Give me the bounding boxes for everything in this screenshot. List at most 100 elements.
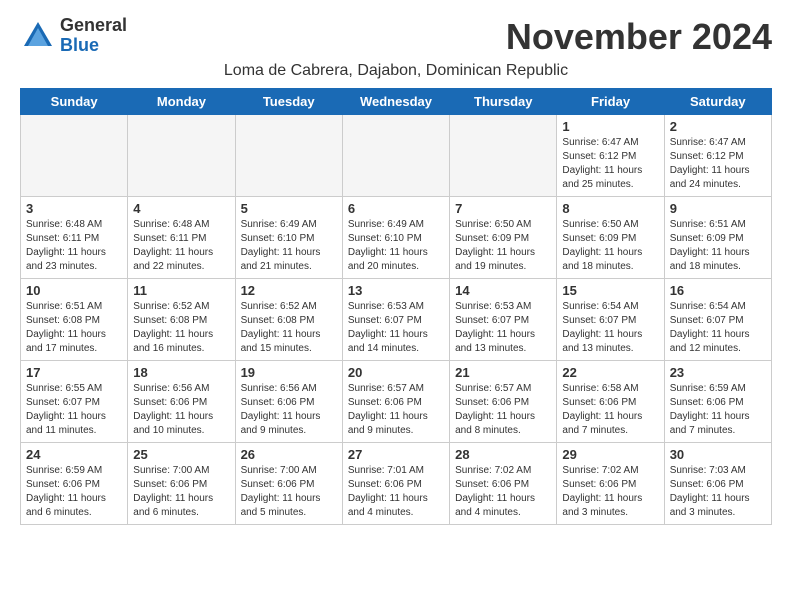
day-info: Sunrise: 6:50 AM Sunset: 6:09 PM Dayligh…	[562, 218, 658, 274]
header-friday: Friday	[557, 89, 664, 115]
calendar-table: Sunday Monday Tuesday Wednesday Thursday…	[20, 88, 772, 525]
calendar-cell: 30Sunrise: 7:03 AM Sunset: 6:06 PM Dayli…	[664, 443, 771, 525]
calendar-cell: 28 Sunrise: 7:02 AM Sunset: 6:06 PM Dayli…	[450, 443, 557, 525]
calendar-cell: 22Sunrise: 6:58 AM Sunset: 6:06 PM Dayli…	[557, 361, 664, 443]
day-number: 15	[562, 283, 658, 298]
calendar-cell: 14Sunrise: 6:53 AM Sunset: 6:07 PM Dayli…	[450, 279, 557, 361]
calendar-row-4: 24Sunrise: 6:59 AM Sunset: 6:06 PM Dayli…	[21, 443, 772, 525]
calendar-row-0: 1Sunrise: 6:47 AM Sunset: 6:12 PM Daylig…	[21, 115, 772, 197]
day-number: 11	[133, 283, 229, 298]
calendar-cell: 16 Sunrise: 6:54 AM Sunset: 6:07 PM Dayli…	[664, 279, 771, 361]
day-info: Sunrise: 6:53 AM Sunset: 6:07 PM Dayligh…	[348, 300, 444, 356]
day-number: 10	[26, 283, 122, 298]
calendar-cell	[450, 115, 557, 197]
page-title: November 2024	[506, 16, 772, 58]
day-info: Sunrise: 7:02 AM Sunset: 6:06 PM Dayligh…	[562, 464, 658, 520]
day-number: 25	[133, 447, 229, 462]
logo: General Blue	[20, 16, 127, 56]
day-info: Sunrise: 6:48 AM Sunset: 6:11 PM Dayligh…	[26, 218, 122, 274]
day-info: Sunrise: 6:52 AM Sunset: 6:08 PM Dayligh…	[133, 300, 229, 356]
calendar-cell: 19 Sunrise: 6:56 AM Sunset: 6:06 PM Dayli…	[235, 361, 342, 443]
day-number: 14	[455, 283, 551, 298]
header-monday: Monday	[128, 89, 235, 115]
calendar-cell	[21, 115, 128, 197]
day-number: 13	[348, 283, 444, 298]
day-number: 24	[26, 447, 122, 462]
calendar-cell: 27 Sunrise: 7:01 AM Sunset: 6:06 PM Dayli…	[342, 443, 449, 525]
calendar-cell: 1Sunrise: 6:47 AM Sunset: 6:12 PM Daylig…	[557, 115, 664, 197]
calendar-row-2: 10 Sunrise: 6:51 AM Sunset: 6:08 PM Dayli…	[21, 279, 772, 361]
calendar-cell: 11 Sunrise: 6:52 AM Sunset: 6:08 PM Dayli…	[128, 279, 235, 361]
calendar-cell: 7 Sunrise: 6:50 AM Sunset: 6:09 PM Daylig…	[450, 197, 557, 279]
day-info: Sunrise: 6:48 AM Sunset: 6:11 PM Dayligh…	[133, 218, 229, 274]
calendar-cell: 18 Sunrise: 6:56 AM Sunset: 6:06 PM Dayli…	[128, 361, 235, 443]
day-info: Sunrise: 6:54 AM Sunset: 6:07 PM Dayligh…	[562, 300, 658, 356]
day-number: 22	[562, 365, 658, 380]
day-info: Sunrise: 6:52 AM Sunset: 6:08 PM Dayligh…	[241, 300, 337, 356]
calendar-cell: 2 Sunrise: 6:47 AM Sunset: 6:12 PM Daylig…	[664, 115, 771, 197]
day-info: Sunrise: 7:00 AM Sunset: 6:06 PM Dayligh…	[241, 464, 337, 520]
calendar-cell: 10 Sunrise: 6:51 AM Sunset: 6:08 PM Dayli…	[21, 279, 128, 361]
day-number: 23	[670, 365, 766, 380]
day-number: 5	[241, 201, 337, 216]
logo-blue: Blue	[60, 36, 127, 56]
day-info: Sunrise: 6:47 AM Sunset: 6:12 PM Dayligh…	[562, 136, 658, 192]
calendar-cell: 20 Sunrise: 6:57 AM Sunset: 6:06 PM Dayli…	[342, 361, 449, 443]
calendar-row-3: 17Sunrise: 6:55 AM Sunset: 6:07 PM Dayli…	[21, 361, 772, 443]
calendar-cell: 13 Sunrise: 6:53 AM Sunset: 6:07 PM Dayli…	[342, 279, 449, 361]
calendar-cell: 21 Sunrise: 6:57 AM Sunset: 6:06 PM Dayli…	[450, 361, 557, 443]
day-number: 30	[670, 447, 766, 462]
day-number: 20	[348, 365, 444, 380]
day-number: 8	[562, 201, 658, 216]
day-number: 17	[26, 365, 122, 380]
header-row: Sunday Monday Tuesday Wednesday Thursday…	[21, 89, 772, 115]
day-number: 4	[133, 201, 229, 216]
header-saturday: Saturday	[664, 89, 771, 115]
calendar-cell: 25Sunrise: 7:00 AM Sunset: 6:06 PM Dayli…	[128, 443, 235, 525]
calendar-cell: 5 Sunrise: 6:49 AM Sunset: 6:10 PM Daylig…	[235, 197, 342, 279]
day-number: 29	[562, 447, 658, 462]
day-number: 3	[26, 201, 122, 216]
calendar-cell: 15 Sunrise: 6:54 AM Sunset: 6:07 PM Dayli…	[557, 279, 664, 361]
day-number: 9	[670, 201, 766, 216]
day-info: Sunrise: 7:01 AM Sunset: 6:06 PM Dayligh…	[348, 464, 444, 520]
calendar-cell: 3 Sunrise: 6:48 AM Sunset: 6:11 PM Daylig…	[21, 197, 128, 279]
day-number: 2	[670, 119, 766, 134]
page: General Blue November 2024 Loma de Cabre…	[0, 0, 792, 541]
day-info: Sunrise: 6:54 AM Sunset: 6:07 PM Dayligh…	[670, 300, 766, 356]
day-info: Sunrise: 6:56 AM Sunset: 6:06 PM Dayligh…	[241, 382, 337, 438]
day-number: 6	[348, 201, 444, 216]
calendar-cell: 8 Sunrise: 6:50 AM Sunset: 6:09 PM Daylig…	[557, 197, 664, 279]
calendar-cell: 6Sunrise: 6:49 AM Sunset: 6:10 PM Daylig…	[342, 197, 449, 279]
day-number: 26	[241, 447, 337, 462]
day-info: Sunrise: 6:50 AM Sunset: 6:09 PM Dayligh…	[455, 218, 551, 274]
day-info: Sunrise: 7:02 AM Sunset: 6:06 PM Dayligh…	[455, 464, 551, 520]
calendar-cell: 23Sunrise: 6:59 AM Sunset: 6:06 PM Dayli…	[664, 361, 771, 443]
day-number: 18	[133, 365, 229, 380]
calendar-cell: 9 Sunrise: 6:51 AM Sunset: 6:09 PM Daylig…	[664, 197, 771, 279]
day-number: 12	[241, 283, 337, 298]
calendar-cell: 12 Sunrise: 6:52 AM Sunset: 6:08 PM Dayli…	[235, 279, 342, 361]
day-info: Sunrise: 6:57 AM Sunset: 6:06 PM Dayligh…	[455, 382, 551, 438]
calendar-cell: 26 Sunrise: 7:00 AM Sunset: 6:06 PM Dayli…	[235, 443, 342, 525]
day-info: Sunrise: 6:49 AM Sunset: 6:10 PM Dayligh…	[241, 218, 337, 274]
day-number: 27	[348, 447, 444, 462]
subtitle: Loma de Cabrera, Dajabon, Dominican Repu…	[20, 62, 772, 80]
day-number: 21	[455, 365, 551, 380]
day-info: Sunrise: 6:51 AM Sunset: 6:09 PM Dayligh…	[670, 218, 766, 274]
day-info: Sunrise: 6:56 AM Sunset: 6:06 PM Dayligh…	[133, 382, 229, 438]
day-number: 16	[670, 283, 766, 298]
day-info: Sunrise: 6:47 AM Sunset: 6:12 PM Dayligh…	[670, 136, 766, 192]
day-info: Sunrise: 6:51 AM Sunset: 6:08 PM Dayligh…	[26, 300, 122, 356]
header-thursday: Thursday	[450, 89, 557, 115]
day-number: 28	[455, 447, 551, 462]
calendar-cell: 29 Sunrise: 7:02 AM Sunset: 6:06 PM Dayli…	[557, 443, 664, 525]
day-number: 19	[241, 365, 337, 380]
day-number: 7	[455, 201, 551, 216]
calendar-cell	[342, 115, 449, 197]
header-sunday: Sunday	[21, 89, 128, 115]
calendar-cell: 4 Sunrise: 6:48 AM Sunset: 6:11 PM Daylig…	[128, 197, 235, 279]
calendar-cell	[235, 115, 342, 197]
day-info: Sunrise: 6:57 AM Sunset: 6:06 PM Dayligh…	[348, 382, 444, 438]
logo-text: General Blue	[60, 16, 127, 56]
